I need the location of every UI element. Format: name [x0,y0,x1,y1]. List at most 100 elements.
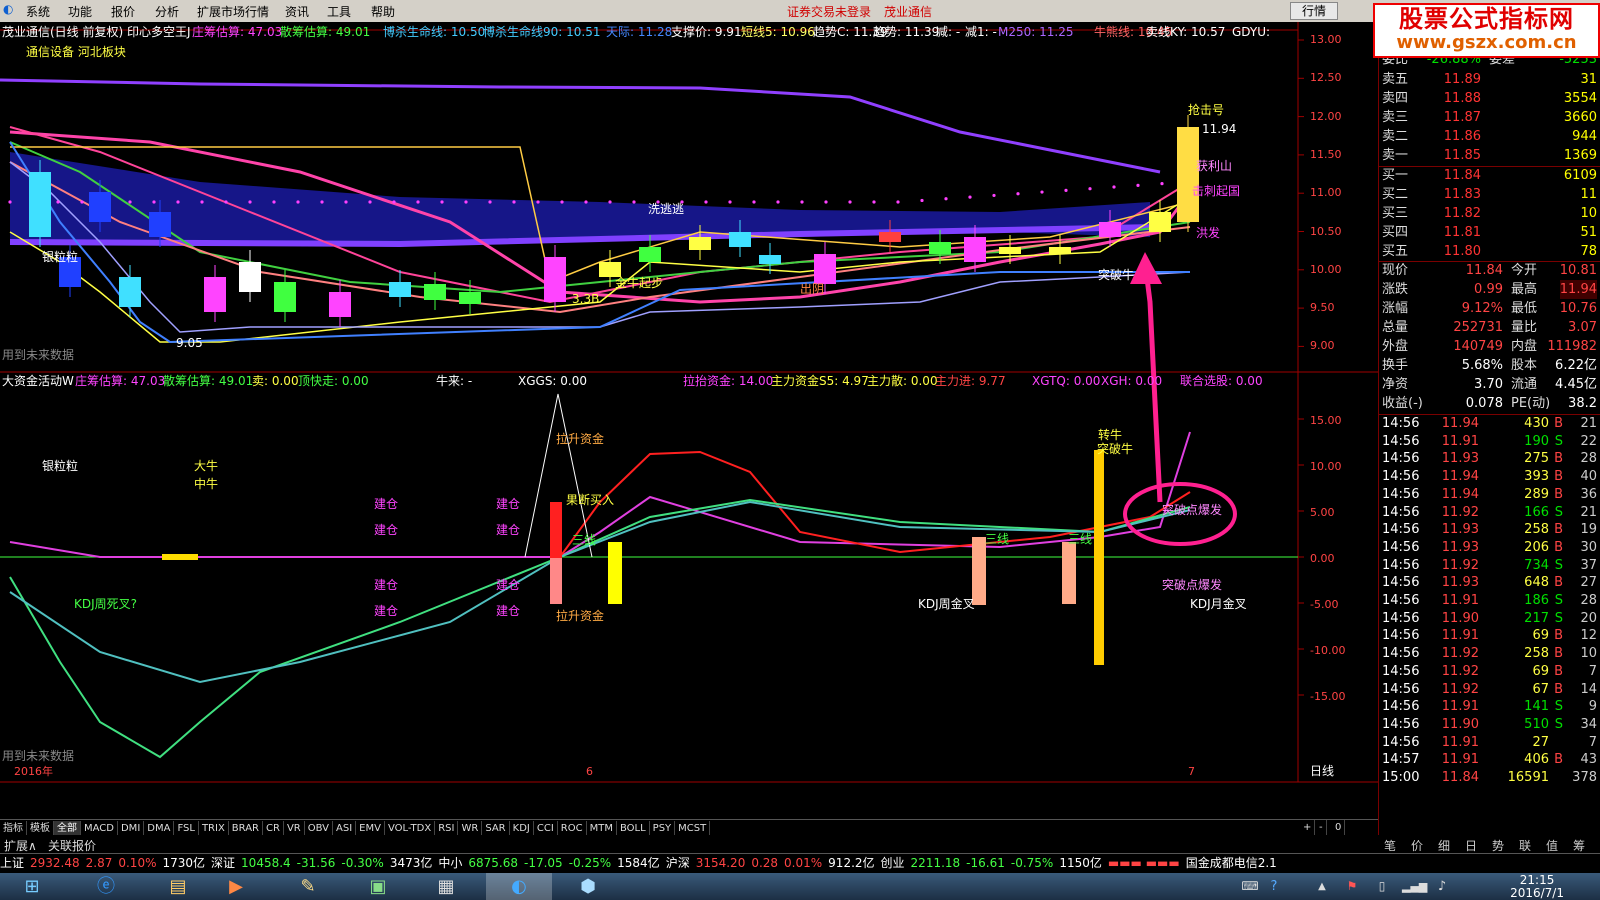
system-clock[interactable]: 21:15 2016/7/1 [1510,874,1564,900]
index-status-value[interactable]: -0.30% [341,856,383,870]
index-status-value[interactable]: 912.2亿 [828,856,874,870]
trade-cell: 11.91 [1441,752,1479,768]
chart-area[interactable] [0,22,1378,819]
trade-cell: 67 [1532,681,1549,697]
indicator-tab[interactable]: BOLL [617,821,650,836]
zoom-button[interactable]: 0 [1332,820,1346,835]
menu-item-help[interactable]: 帮助 [371,3,395,20]
panel-tab[interactable]: 价 [1411,837,1423,854]
sector-label[interactable]: 通信设备 河北板块 [26,45,126,59]
index-status-value[interactable]: 1730亿 [162,856,205,870]
dotted-marker [392,200,396,204]
panel-tab[interactable]: 势 [1492,837,1504,854]
menu-item-system[interactable]: 系统 [26,3,50,20]
indicator-tab[interactable]: RSI [435,821,459,836]
indicator-tab[interactable]: ASI [333,821,357,836]
tray-expand-icon[interactable]: ▲ [1312,873,1332,900]
monitor-icon[interactable]: ▣ [350,873,406,900]
server-name[interactable]: 国金成都电信2.1 [1186,856,1277,870]
quote-mode-button[interactable]: 行情 [1290,2,1338,20]
indicator-tab[interactable]: TRIX [199,821,229,836]
help-icon[interactable]: ? [1264,873,1284,900]
trade-login-warning[interactable]: 证券交易未登录 [787,3,871,20]
menu-item-news[interactable]: 资讯 [285,3,309,20]
indicator-tab[interactable]: KDJ [510,821,534,836]
index-status-value[interactable]: 2211.18 [911,856,961,870]
shield-app-icon[interactable]: ⬢ [560,873,616,900]
panel-tab[interactable]: 笔 [1384,837,1396,854]
index-status-value[interactable]: -16.61 [966,856,1005,870]
start-button-icon[interactable]: ⊞ [2,873,62,900]
indicator-tab[interactable]: 模板 [27,821,54,836]
index-status-value[interactable]: -31.56 [297,856,336,870]
index-status-value[interactable]: 沪深 [666,856,690,870]
quote-cell: 3.70 [1474,377,1503,392]
index-status-value[interactable]: 上证 [0,856,24,870]
indicator-tab[interactable]: MTM [587,821,617,836]
index-status-value[interactable]: -0.25% [569,856,611,870]
index-status-value[interactable]: 3473亿 [390,856,433,870]
index-status-value[interactable]: 深证 [211,856,235,870]
candle-body [929,242,951,254]
indicator-tab[interactable]: CR [263,821,284,836]
index-status-value[interactable]: 2932.48 [30,856,80,870]
expand-tab[interactable]: 扩展∧ [4,837,37,854]
indicator-tab[interactable]: FSL [174,821,199,836]
indicator-tab[interactable]: 全部 [54,821,81,836]
index-status-value[interactable]: 0.10% [118,856,156,870]
ie-icon[interactable]: ⓔ [78,873,134,900]
volume-icon[interactable]: ♪ [1432,873,1452,900]
index-status-value[interactable]: -17.05 [524,856,563,870]
trade-cell: 393 [1524,469,1549,485]
panel-tab[interactable]: 值 [1546,837,1558,854]
index-status-value[interactable]: 3154.20 [696,856,746,870]
index-status-value[interactable]: -0.75% [1011,856,1053,870]
index-status-value[interactable]: 2.87 [86,856,113,870]
stock-app-icon[interactable]: ◐ [486,873,552,900]
panel-tab[interactable]: 筹 [1573,837,1585,854]
indicator-tab[interactable]: 指标 [0,821,27,836]
indicator-tab[interactable]: CCI [534,821,558,836]
indicator-tab[interactable]: ROC [558,821,587,836]
panel-tab[interactable]: 日 [1465,837,1477,854]
media-player-icon[interactable]: ▶ [208,873,264,900]
indicator-tab[interactable]: EMV [356,821,385,836]
calculator-icon[interactable]: ▦ [418,873,474,900]
indicator-tab[interactable]: OBV [305,821,333,836]
paint-icon[interactable]: ✎ [280,873,336,900]
menu-item-extended-market[interactable]: 扩展市场行情 [197,3,269,20]
panel-tab[interactable]: 联 [1519,837,1531,854]
index-status-value[interactable]: 6875.68 [468,856,518,870]
indicator-tab[interactable]: BRAR [229,821,263,836]
related-quote-tab[interactable]: 关联报价 [48,837,96,854]
zoom-button[interactable]: + [1300,820,1316,835]
device-icon[interactable]: ▯ [1372,873,1392,900]
dotted-marker [320,200,324,204]
index-status-value[interactable]: 1150亿 [1059,856,1102,870]
index-status-value[interactable]: 1584亿 [617,856,660,870]
menu-item-analysis[interactable]: 分析 [155,3,179,20]
menu-item-function[interactable]: 功能 [68,3,92,20]
indicator-tab[interactable]: MCST [675,821,711,836]
indicator-tab[interactable]: VR [284,821,305,836]
index-status-value[interactable]: 0.01% [784,856,822,870]
index-status-value[interactable]: 创业 [881,856,905,870]
indicator-tab[interactable]: DMI [118,821,145,836]
indicator-tab[interactable]: WR [458,821,483,836]
index-status-value[interactable]: 中小 [438,856,462,870]
panel-tab[interactable]: 细 [1438,837,1450,854]
network-icon[interactable]: ▂▄▆ [1402,873,1427,900]
zoom-button[interactable]: - [1316,820,1327,835]
menu-item-tools[interactable]: 工具 [327,3,351,20]
folder-icon[interactable]: ▤ [150,873,206,900]
indicator-tab[interactable]: VOL-TDX [385,821,436,836]
flag-icon[interactable]: ⚑ [1342,873,1362,900]
index-status-value[interactable]: 10458.4 [241,856,291,870]
indicator-tab[interactable]: MACD [81,821,118,836]
keyboard-icon[interactable]: ⌨ [1240,873,1260,900]
indicator-tab[interactable]: SAR [482,821,510,836]
index-status-value[interactable]: 0.28 [751,856,778,870]
indicator-tab[interactable]: PSY [650,821,676,836]
menu-item-quote[interactable]: 报价 [111,3,135,20]
indicator-tab[interactable]: DMA [144,821,175,836]
